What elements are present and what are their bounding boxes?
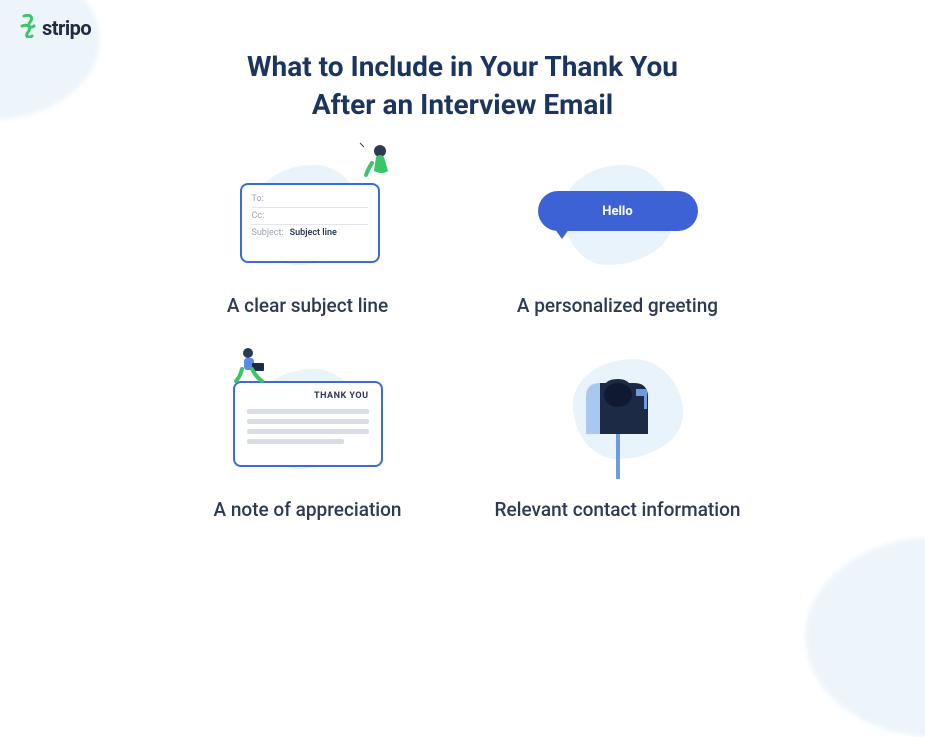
thank-you-card: THANK YOU bbox=[233, 381, 383, 467]
speech-bubble-tail-icon bbox=[552, 225, 572, 239]
items-grid: To: Cc: Subject: Subject line A c bbox=[0, 155, 925, 523]
illustration-greeting: Hello bbox=[528, 155, 708, 275]
thank-you-title: THANK YOU bbox=[247, 391, 369, 401]
page-title: What to Include in Your Thank You After … bbox=[0, 48, 925, 124]
email-subject-label: Subject: bbox=[252, 228, 284, 238]
item-caption: A clear subject line bbox=[227, 293, 388, 319]
illustration-mailbox bbox=[528, 359, 708, 479]
item-caption: A note of appreciation bbox=[214, 497, 402, 523]
brand-mark-icon bbox=[18, 14, 38, 42]
item-caption: A personalized greeting bbox=[517, 293, 718, 319]
background-blob-bottom-right bbox=[805, 537, 925, 737]
illustration-subject-line: To: Cc: Subject: Subject line bbox=[218, 155, 398, 275]
text-line-icon bbox=[247, 409, 369, 414]
email-subject-value: Subject line bbox=[290, 228, 337, 238]
person-leaning-icon bbox=[358, 141, 402, 185]
brand-logo: stripo bbox=[18, 14, 91, 42]
title-line-2: After an Interview Email bbox=[0, 86, 925, 124]
brand-name: stripo bbox=[42, 16, 91, 40]
email-cc-label: Cc: bbox=[252, 211, 265, 221]
text-line-icon bbox=[247, 419, 369, 424]
text-line-icon bbox=[247, 429, 369, 434]
item-note-appreciation: THANK YOU A note of appreciation bbox=[183, 359, 433, 523]
bubble-text: Hello bbox=[602, 204, 632, 219]
item-caption: Relevant contact information bbox=[495, 497, 741, 523]
email-compose-card: To: Cc: Subject: Subject line bbox=[240, 183, 380, 263]
mailbox-icon bbox=[578, 379, 658, 479]
item-personalized-greeting: Hello A personalized greeting bbox=[493, 155, 743, 319]
title-line-1: What to Include in Your Thank You bbox=[0, 48, 925, 86]
email-to-row: To: bbox=[252, 191, 368, 208]
person-sitting-laptop-icon bbox=[234, 345, 274, 385]
item-contact-information: Relevant contact information bbox=[493, 359, 743, 523]
email-subject-row: Subject: Subject line bbox=[252, 225, 368, 241]
text-line-icon bbox=[247, 439, 345, 444]
item-subject-line: To: Cc: Subject: Subject line A c bbox=[183, 155, 433, 319]
illustration-thank-you: THANK YOU bbox=[218, 359, 398, 479]
email-cc-row: Cc: bbox=[252, 208, 368, 225]
email-to-label: To: bbox=[252, 194, 264, 204]
